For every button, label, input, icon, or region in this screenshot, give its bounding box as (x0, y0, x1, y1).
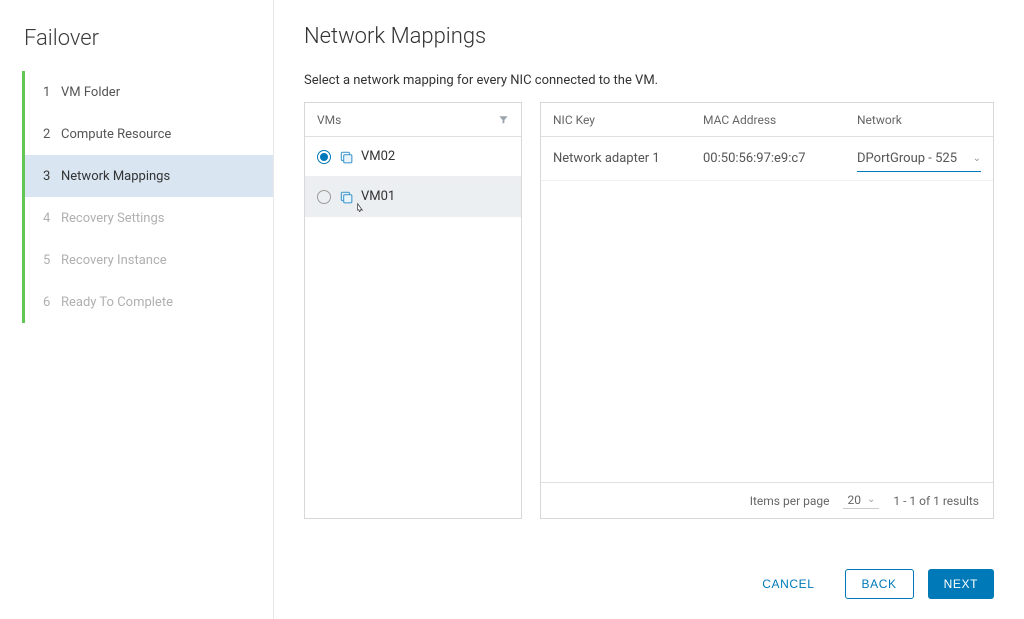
step-number: 2 (43, 127, 61, 142)
mac-address-value: 00:50:56:97:e9:c7 (691, 137, 845, 180)
chevron-down-icon: ⌄ (867, 494, 875, 505)
nic-key-value: Network adapter 1 (541, 137, 691, 180)
step-number: 5 (43, 253, 61, 268)
main-content: Network Mappings Select a network mappin… (274, 0, 1024, 619)
vm-icon (339, 150, 353, 164)
step-number: 6 (43, 295, 61, 310)
nic-header: NIC Key MAC Address Network (541, 103, 993, 137)
step-label: Recovery Instance (61, 253, 167, 268)
page-size-select[interactable]: 20 ⌄ (843, 493, 879, 509)
vms-header-label: VMs (317, 113, 341, 127)
step-label: Compute Resource (61, 127, 171, 142)
wizard-steps: 1 VM Folder 2 Compute Resource 3 Network… (22, 71, 273, 323)
nic-row: Network adapter 1 00:50:56:97:e9:c7 DPor… (541, 137, 993, 181)
vm-row-vm02[interactable]: VM02 (305, 137, 521, 177)
wizard-title: Failover (0, 20, 273, 71)
filter-icon[interactable] (498, 114, 509, 125)
chevron-down-icon: ⌄ (973, 153, 981, 164)
col-network: Network (845, 103, 993, 136)
step-ready-to-complete: 6 Ready To Complete (25, 281, 273, 323)
step-number: 4 (43, 211, 61, 226)
nic-panel: NIC Key MAC Address Network Network adap… (540, 102, 994, 519)
items-per-page-label: Items per page (750, 494, 830, 508)
step-label: Recovery Settings (61, 211, 165, 226)
step-network-mappings[interactable]: 3 Network Mappings (25, 155, 273, 197)
wizard-sidebar: Failover 1 VM Folder 2 Compute Resource … (0, 0, 274, 619)
cancel-button[interactable]: CANCEL (746, 569, 830, 599)
vm-icon (339, 190, 353, 204)
step-compute-resource[interactable]: 2 Compute Resource (25, 113, 273, 155)
col-nic-key: NIC Key (541, 103, 691, 136)
step-vm-folder[interactable]: 1 VM Folder (25, 71, 273, 113)
step-label: Ready To Complete (61, 295, 173, 310)
pager-status: 1 - 1 of 1 results (893, 494, 979, 508)
network-select[interactable]: DPortGroup - 525 ⌄ (857, 146, 981, 172)
nic-footer: Items per page 20 ⌄ 1 - 1 of 1 results (541, 482, 993, 518)
vm-row-vm01[interactable]: VM01 (305, 177, 521, 217)
vms-panel: VMs VM02 VM01 (304, 102, 522, 519)
step-label: Network Mappings (61, 169, 170, 184)
page-size-value: 20 (847, 493, 861, 507)
page-subtitle: Select a network mapping for every NIC c… (304, 73, 994, 88)
network-select-value: DPortGroup - 525 (857, 151, 957, 166)
radio-unselected-icon[interactable] (317, 190, 331, 204)
col-mac-address: MAC Address (691, 103, 845, 136)
wizard-footer: CANCEL BACK NEXT (304, 519, 994, 599)
vm-label: VM01 (361, 189, 395, 204)
radio-selected-icon[interactable] (317, 150, 331, 164)
step-label: VM Folder (61, 85, 120, 100)
vm-label: VM02 (361, 149, 395, 164)
vms-header: VMs (305, 103, 521, 137)
next-button[interactable]: NEXT (928, 569, 994, 599)
page-title: Network Mappings (304, 24, 994, 49)
step-number: 1 (43, 85, 61, 100)
step-recovery-settings: 4 Recovery Settings (25, 197, 273, 239)
back-button[interactable]: BACK (845, 569, 914, 599)
step-recovery-instance: 5 Recovery Instance (25, 239, 273, 281)
step-number: 3 (43, 169, 61, 184)
